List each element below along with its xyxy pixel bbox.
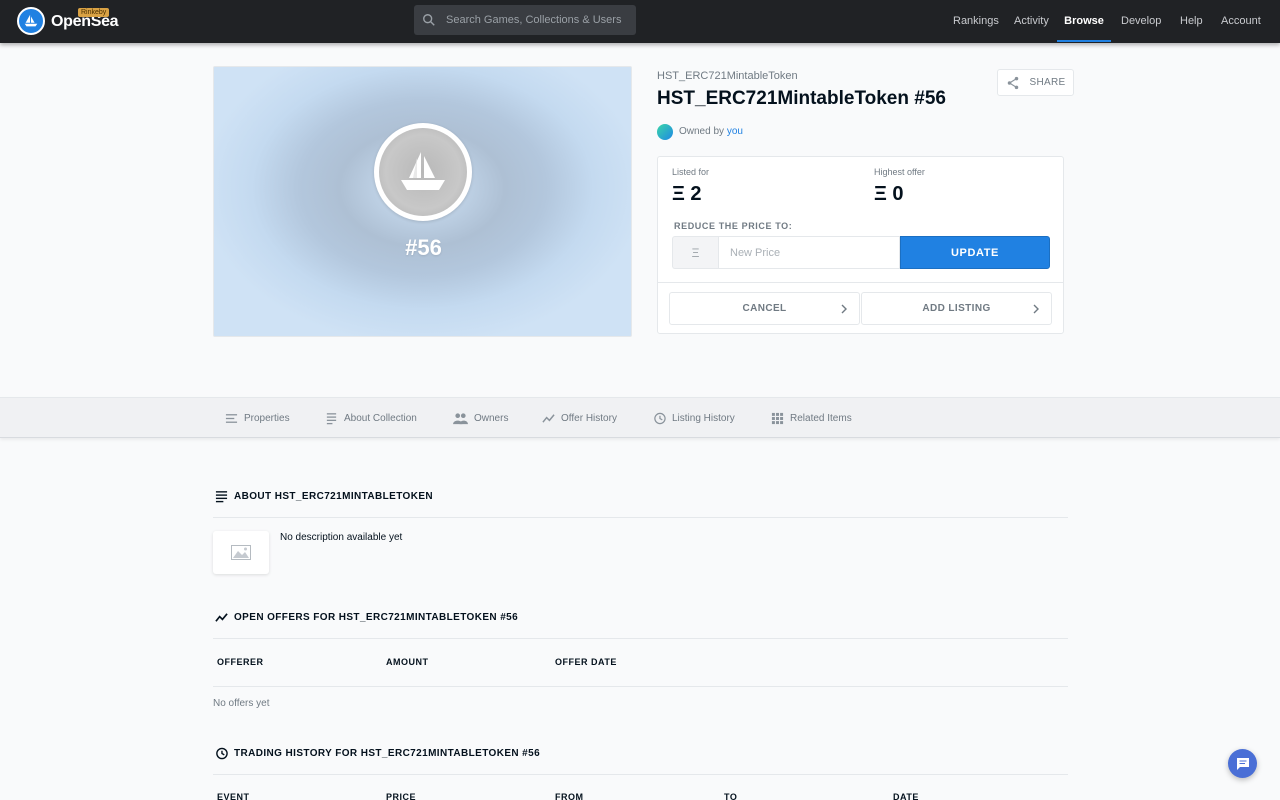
- divider: [658, 282, 1063, 283]
- price-panel: Listed for Ξ 2 Highest offer Ξ 0 REDUCE …: [657, 156, 1064, 334]
- add-listing-label: ADD LISTING: [922, 303, 991, 314]
- offers-heading-label: OPEN OFFERS FOR HST_ERC721MINTABLETOKEN …: [234, 611, 519, 623]
- chat-button[interactable]: [1228, 749, 1257, 778]
- column-header: PRICE: [386, 792, 417, 800]
- tab-listing-history[interactable]: Listing History: [653, 398, 735, 439]
- nav-account[interactable]: Account: [1221, 0, 1261, 42]
- ship-icon: [401, 152, 445, 190]
- collection-link[interactable]: HST_ERC721MintableToken: [657, 70, 798, 82]
- opensea-logo[interactable]: [17, 7, 45, 35]
- highest-offer-label: Highest offer: [874, 167, 925, 177]
- collection-thumbnail: [213, 531, 269, 574]
- nav-develop[interactable]: Develop: [1121, 0, 1161, 42]
- top-navbar: OpenSea Rinkeby Rankings Activity Browse…: [0, 0, 1280, 43]
- divider: [213, 774, 1068, 775]
- cancel-label: CANCEL: [742, 303, 787, 314]
- asset-avatar: [374, 123, 472, 221]
- search-box[interactable]: [414, 5, 636, 35]
- image-placeholder-icon: [231, 545, 251, 560]
- nav-help[interactable]: Help: [1180, 0, 1203, 42]
- reduce-price-label: REDUCE THE PRICE TO:: [674, 221, 793, 231]
- notes-icon: [326, 413, 337, 425]
- chevron-right-icon: [841, 304, 847, 314]
- search-input[interactable]: [446, 5, 632, 35]
- owner-avatar[interactable]: [657, 124, 673, 140]
- nav-activity[interactable]: Activity: [1014, 0, 1049, 42]
- collection-description: No description available yet: [280, 532, 403, 543]
- nav-rankings[interactable]: Rankings: [953, 0, 999, 42]
- column-header: OFFERER: [217, 657, 264, 667]
- owned-by-label: Owned by: [679, 126, 725, 137]
- column-header: DATE: [893, 792, 919, 800]
- chevron-right-icon: [1033, 304, 1039, 314]
- divider: [213, 517, 1068, 518]
- tab-properties[interactable]: Properties: [225, 398, 290, 439]
- divider: [213, 638, 1068, 639]
- share-button[interactable]: SHARE: [997, 69, 1074, 96]
- owner-line: Owned by you: [679, 126, 743, 137]
- new-price-input[interactable]: [718, 236, 900, 269]
- cancel-listing-button[interactable]: CANCEL: [669, 292, 860, 325]
- history-icon: [216, 747, 228, 759]
- tab-label: Properties: [244, 413, 290, 424]
- listed-label: Listed for: [672, 167, 710, 177]
- listed-price: Ξ 2: [672, 183, 702, 205]
- tab-label: Listing History: [672, 413, 735, 424]
- tab-about-collection[interactable]: About Collection: [325, 398, 417, 439]
- tab-offer-history[interactable]: Offer History: [542, 398, 617, 439]
- column-header: OFFER DATE: [555, 657, 617, 667]
- history-icon: [654, 412, 666, 425]
- list-icon: [225, 414, 238, 423]
- notes-icon: [215, 490, 228, 502]
- add-listing-button[interactable]: ADD LISTING: [861, 292, 1052, 325]
- tab-owners[interactable]: Owners: [453, 398, 508, 439]
- trend-icon: [542, 414, 555, 423]
- tab-label: About Collection: [344, 413, 417, 424]
- tab-related-items[interactable]: Related Items: [771, 398, 852, 439]
- offers-heading: OPEN OFFERS FOR HST_ERC721MINTABLETOKEN …: [215, 609, 518, 625]
- update-button[interactable]: UPDATE: [900, 236, 1050, 269]
- empty-offers-message: No offers yet: [213, 698, 270, 709]
- tab-label: Related Items: [790, 413, 852, 424]
- search-icon: [423, 14, 435, 26]
- grid-icon: [771, 412, 784, 425]
- tab-label: Offer History: [561, 413, 617, 424]
- share-icon: [1007, 76, 1018, 89]
- divider: [213, 686, 1068, 687]
- column-header: EVENT: [217, 792, 250, 800]
- nav-browse[interactable]: Browse: [1057, 0, 1111, 42]
- about-heading-label: ABOUT HST_ERC721MINTABLETOKEN: [234, 490, 434, 502]
- section-tabs: Properties About Collection Owners Offer…: [0, 397, 1280, 438]
- ship-icon: [24, 14, 38, 27]
- trend-icon: [215, 612, 228, 622]
- column-header: AMOUNT: [386, 657, 429, 667]
- owner-link[interactable]: you: [727, 126, 743, 137]
- people-icon: [453, 413, 468, 425]
- column-header: FROM: [555, 792, 584, 800]
- share-label: SHARE: [1029, 77, 1066, 88]
- tab-label: Owners: [474, 413, 509, 424]
- network-badge: Rinkeby: [78, 8, 110, 17]
- eth-symbol: Ξ: [672, 236, 718, 269]
- column-header: TO: [724, 792, 738, 800]
- chat-icon: [1236, 757, 1249, 770]
- trading-heading: TRADING HISTORY FOR HST_ERC721MINTABLETO…: [215, 745, 540, 761]
- about-heading: ABOUT HST_ERC721MINTABLETOKEN: [215, 488, 433, 504]
- trading-heading-label: TRADING HISTORY FOR HST_ERC721MINTABLETO…: [234, 747, 541, 759]
- asset-number: #56: [405, 235, 442, 260]
- highest-offer-value: Ξ 0: [874, 183, 904, 205]
- asset-title: HST_ERC721MintableToken #56: [657, 88, 946, 109]
- asset-image[interactable]: #56: [213, 66, 632, 337]
